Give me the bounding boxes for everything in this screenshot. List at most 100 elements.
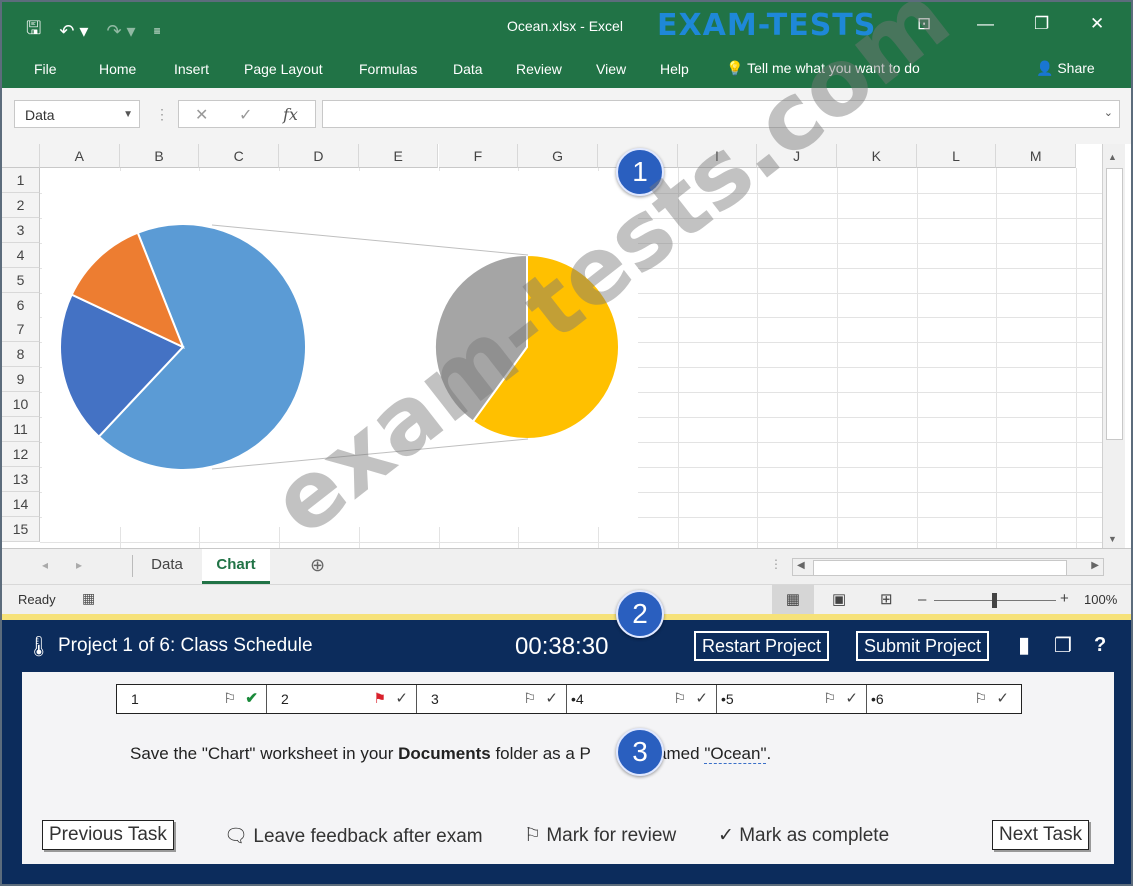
page-break-view-icon[interactable]: ⊞ bbox=[880, 590, 893, 608]
next-task-button[interactable]: Next Task bbox=[992, 820, 1090, 850]
zoom-in-icon[interactable]: + bbox=[1060, 590, 1069, 607]
task-cell-3[interactable]: 3 ⚐ ✓ bbox=[417, 685, 567, 713]
sheet-tab-chart[interactable]: Chart bbox=[202, 549, 270, 584]
column-header-m[interactable]: M bbox=[996, 144, 1077, 168]
sheet-tab-data[interactable]: Data bbox=[136, 549, 198, 581]
redo-icon[interactable]: ↷ ▾ bbox=[106, 21, 135, 42]
customize-qat-icon[interactable]: ≡ bbox=[154, 24, 161, 38]
tab-file[interactable]: File bbox=[34, 61, 57, 77]
row-header-9[interactable]: 9 bbox=[2, 367, 40, 393]
task-cell-4[interactable]: •4 ⚐ ✓ bbox=[567, 685, 717, 713]
row-header-1[interactable]: 1 bbox=[2, 168, 40, 193]
share-button[interactable]: 👤 Share bbox=[1036, 60, 1095, 77]
row-header-11[interactable]: 11 bbox=[2, 417, 40, 442]
column-header-i[interactable]: I bbox=[677, 144, 758, 168]
next-sheet-icon[interactable]: ▸ bbox=[76, 558, 82, 572]
help-icon[interactable]: ? bbox=[1094, 634, 1106, 657]
row-header-3[interactable]: 3 bbox=[2, 217, 40, 243]
row-header-5[interactable]: 5 bbox=[2, 267, 40, 293]
formula-input[interactable]: ⌄ bbox=[322, 100, 1120, 128]
column-header-d[interactable]: D bbox=[279, 144, 359, 168]
zoom-level[interactable]: 100% bbox=[1084, 592, 1117, 607]
flag-outline-icon[interactable]: ⚐ bbox=[974, 690, 987, 707]
check-outline-icon[interactable]: ✓ bbox=[545, 689, 558, 707]
vertical-scrollbar[interactable]: ▲ ▼ bbox=[1102, 144, 1125, 548]
column-header-e[interactable]: E bbox=[358, 144, 439, 168]
flag-outline-icon[interactable]: ⚐ bbox=[823, 690, 836, 707]
submit-project-button[interactable]: Submit Project bbox=[856, 631, 990, 661]
column-header-a[interactable]: A bbox=[40, 144, 120, 168]
restart-project-button[interactable]: Restart Project bbox=[694, 631, 830, 661]
column-header-g[interactable]: G bbox=[518, 144, 598, 168]
tab-insert[interactable]: Insert bbox=[174, 61, 209, 77]
horizontal-scroll-thumb[interactable] bbox=[813, 560, 1067, 576]
column-header-b[interactable]: B bbox=[119, 144, 200, 168]
task-cell-6[interactable]: •6 ⚐ ✓ bbox=[867, 685, 1017, 713]
macro-recording-icon[interactable]: ▦ bbox=[82, 590, 95, 607]
column-header-l[interactable]: L bbox=[916, 144, 997, 168]
normal-view-icon[interactable]: ▦ bbox=[772, 585, 814, 615]
check-outline-icon[interactable]: ✓ bbox=[845, 689, 858, 707]
tab-view[interactable]: View bbox=[596, 61, 626, 77]
row-header-15[interactable]: 15 bbox=[2, 516, 40, 542]
check-outline-icon[interactable]: ✓ bbox=[395, 689, 408, 707]
row-header-7[interactable]: 7 bbox=[2, 317, 40, 343]
restore-icon[interactable]: ❐ bbox=[1034, 14, 1049, 34]
task-cell-5[interactable]: •5 ⚐ ✓ bbox=[717, 685, 867, 713]
tab-page-layout[interactable]: Page Layout bbox=[244, 61, 323, 77]
cancel-entry-icon[interactable]: ✕ bbox=[195, 105, 208, 125]
scroll-left-icon[interactable]: ◀ bbox=[797, 560, 805, 571]
pie-of-pie-chart[interactable] bbox=[42, 171, 638, 527]
scroll-right-icon[interactable]: ▶ bbox=[1091, 560, 1099, 571]
select-all-corner[interactable] bbox=[2, 144, 40, 168]
task-cell-1[interactable]: 1 ⚐ ✔ bbox=[117, 685, 267, 713]
tell-me-search[interactable]: 💡 Tell me what you want to do bbox=[726, 60, 920, 77]
row-header-4[interactable]: 4 bbox=[2, 242, 40, 268]
minimize-icon[interactable]: — bbox=[977, 14, 994, 34]
confirm-entry-icon[interactable]: ✓ bbox=[239, 105, 252, 125]
row-header-14[interactable]: 14 bbox=[2, 491, 40, 517]
scroll-up-icon[interactable]: ▲ bbox=[1108, 152, 1117, 162]
row-header-6[interactable]: 6 bbox=[2, 292, 40, 318]
check-outline-icon[interactable]: ✓ bbox=[695, 689, 708, 707]
restore-window-icon[interactable]: ❐ bbox=[1054, 633, 1072, 658]
check-outline-icon[interactable]: ✓ bbox=[996, 689, 1009, 707]
tab-formulas[interactable]: Formulas bbox=[359, 61, 417, 77]
horizontal-scrollbar[interactable]: ◀ ▶ bbox=[792, 558, 1104, 576]
prev-sheet-icon[interactable]: ◂ bbox=[42, 558, 48, 572]
page-layout-view-icon[interactable]: ▣ bbox=[832, 590, 846, 608]
column-header-k[interactable]: K bbox=[837, 144, 917, 168]
tab-help[interactable]: Help bbox=[660, 61, 689, 77]
column-header-j[interactable]: J bbox=[757, 144, 837, 168]
mark-as-complete-link[interactable]: ✓ Mark as complete bbox=[718, 824, 889, 847]
calculator-icon[interactable]: ▮ bbox=[1018, 632, 1030, 658]
instruction-filename[interactable]: "Ocean" bbox=[704, 744, 767, 764]
flag-outline-icon[interactable]: ⚐ bbox=[223, 690, 236, 707]
column-header-f[interactable]: F bbox=[438, 144, 519, 168]
leave-feedback-link[interactable]: 🗨 Leave feedback after exam bbox=[224, 824, 483, 848]
tab-home[interactable]: Home bbox=[99, 61, 136, 77]
close-icon[interactable]: ✕ bbox=[1090, 14, 1104, 34]
insert-function-icon[interactable]: fx bbox=[283, 105, 298, 124]
scroll-down-icon[interactable]: ▼ bbox=[1108, 534, 1117, 544]
flag-filled-icon[interactable]: ⚑ bbox=[373, 690, 386, 707]
row-header-8[interactable]: 8 bbox=[2, 342, 40, 368]
save-icon[interactable]: 🖫 bbox=[26, 16, 41, 46]
add-sheet-icon[interactable]: ⊕ bbox=[310, 555, 325, 576]
zoom-out-icon[interactable]: – bbox=[918, 591, 926, 608]
check-filled-icon[interactable]: ✔ bbox=[245, 689, 258, 707]
tab-split-icon[interactable]: ⋮ bbox=[770, 557, 782, 571]
flag-outline-icon[interactable]: ⚐ bbox=[673, 690, 686, 707]
expand-formula-icon[interactable]: ⌄ bbox=[1104, 106, 1113, 119]
row-header-10[interactable]: 10 bbox=[2, 392, 40, 418]
thermometer-icon[interactable]: 🌡 bbox=[26, 634, 51, 659]
zoom-slider-thumb[interactable] bbox=[992, 593, 997, 608]
tab-review[interactable]: Review bbox=[516, 61, 562, 77]
ribbon-display-icon[interactable]: ⊡ bbox=[917, 14, 931, 34]
row-header-13[interactable]: 13 bbox=[2, 466, 40, 492]
previous-task-button[interactable]: Previous Task bbox=[42, 820, 174, 850]
column-header-c[interactable]: C bbox=[199, 144, 280, 168]
mark-for-review-link[interactable]: ⚐ Mark for review bbox=[524, 824, 676, 847]
vertical-scroll-thumb[interactable] bbox=[1106, 168, 1123, 440]
flag-outline-icon[interactable]: ⚐ bbox=[523, 690, 536, 707]
